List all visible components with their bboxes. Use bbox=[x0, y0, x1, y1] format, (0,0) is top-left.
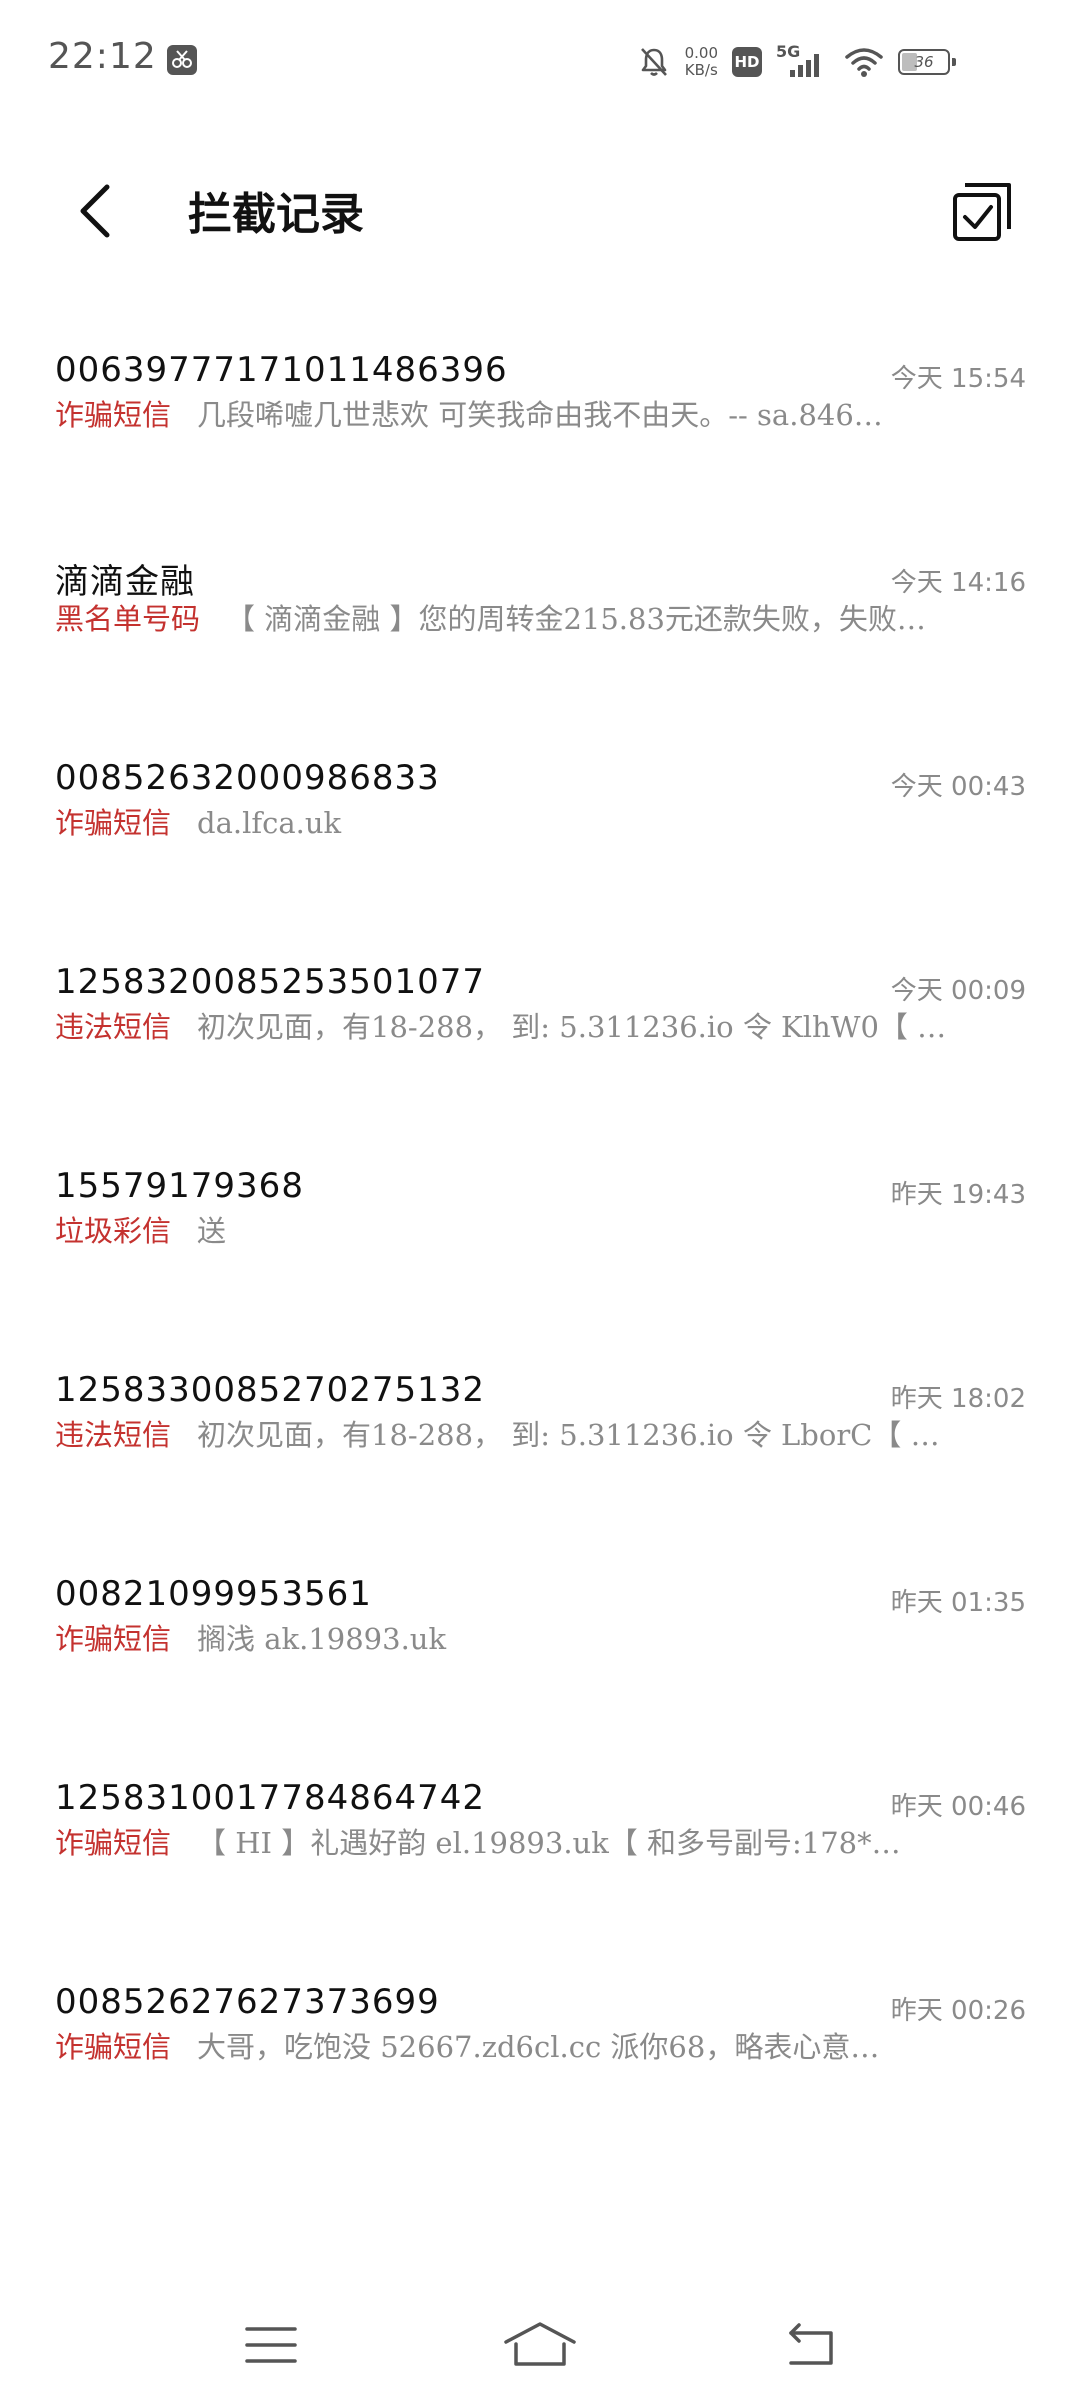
record-row[interactable]: 00639777171011486396 今天 15:54 诈骗短信 几段唏嘘几… bbox=[0, 324, 1080, 528]
record-preview: 【 滴滴金融 】您的周转金215.83元还款失败，失败… bbox=[226, 602, 926, 636]
edit-check-icon bbox=[953, 183, 1011, 241]
hd-icon: HD bbox=[732, 47, 762, 77]
record-detail: 违法短信 初次见面，有18-288， 到: 5.311236.io 令 Lbor… bbox=[55, 1412, 1025, 1454]
record-category: 诈骗短信 bbox=[55, 1622, 172, 1656]
nav-home-button[interactable] bbox=[495, 2310, 585, 2380]
record-row[interactable]: 滴滴金融 今天 14:16 黑名单号码 【 滴滴金融 】您的周转金215.83元… bbox=[0, 528, 1080, 732]
back-button[interactable] bbox=[60, 176, 130, 246]
record-row[interactable]: 00821099953561 昨天 01:35 诈骗短信 搁浅 ak.19893… bbox=[0, 1548, 1080, 1752]
menu-icon bbox=[245, 2327, 297, 2363]
chevron-left-icon bbox=[80, 184, 110, 238]
record-category: 诈骗短信 bbox=[55, 806, 172, 840]
record-list: 00639777171011486396 今天 15:54 诈骗短信 几段唏嘘几… bbox=[0, 324, 1080, 2160]
record-category: 黑名单号码 bbox=[55, 602, 201, 636]
record-category: 诈骗短信 bbox=[55, 398, 172, 432]
page-title: 拦截记录 bbox=[188, 189, 364, 240]
record-preview: 几段唏嘘几世悲欢 可笑我命由我不由天。-- sa.846… bbox=[197, 398, 883, 432]
record-time: 今天 15:54 bbox=[890, 364, 1026, 394]
record-preview: da.lfca.uk bbox=[197, 806, 342, 840]
record-preview: 初次见面，有18-288， 到: 5.311236.io 令 KlhW0【 … bbox=[197, 1010, 947, 1044]
record-sender: 15579179368 bbox=[55, 1166, 304, 1206]
record-row[interactable]: 1258310017784864742 昨天 00:46 诈骗短信 【 HI 】… bbox=[0, 1752, 1080, 1956]
navigation-bar bbox=[0, 2290, 1080, 2400]
edit-button[interactable] bbox=[944, 174, 1020, 250]
record-time: 今天 00:09 bbox=[890, 976, 1026, 1006]
record-detail: 诈骗短信 【 HI 】礼遇好韵 el.19893.uk【 和多号副号:178*… bbox=[55, 1820, 1025, 1862]
record-time: 昨天 19:43 bbox=[890, 1180, 1026, 1210]
back-arrow-icon bbox=[789, 2323, 833, 2365]
status-bar: 22:12 0.00 KB/s HD 5G 36 bbox=[0, 0, 1080, 120]
record-row[interactable]: 1258330085270275132 昨天 18:02 违法短信 初次见面，有… bbox=[0, 1344, 1080, 1548]
network-speed-unit: KB/s bbox=[684, 61, 718, 79]
record-sender: 00852627627373699 bbox=[55, 1982, 440, 2022]
record-detail: 诈骗短信 搁浅 ak.19893.uk bbox=[55, 1616, 1025, 1658]
record-category: 诈骗短信 bbox=[55, 2030, 172, 2064]
record-time: 昨天 18:02 bbox=[890, 1384, 1026, 1414]
record-sender: 1258330085270275132 bbox=[55, 1370, 486, 1410]
record-preview: 送 bbox=[197, 1214, 227, 1248]
home-icon bbox=[504, 2322, 576, 2366]
signal-icon: 5G bbox=[776, 42, 830, 82]
wifi-icon bbox=[845, 48, 883, 77]
record-detail: 诈骗短信 几段唏嘘几世悲欢 可笑我命由我不由天。-- sa.846… bbox=[55, 392, 1025, 434]
record-detail: 诈骗短信 大哥，吃饱没 52667.zd6cl.cc 派你68，略表心意… bbox=[55, 2024, 1025, 2066]
record-time: 昨天 00:46 bbox=[890, 1792, 1026, 1822]
record-preview: 搁浅 ak.19893.uk bbox=[197, 1622, 447, 1656]
record-detail: 诈骗短信 da.lfca.uk bbox=[55, 800, 1025, 842]
record-time: 今天 00:43 bbox=[890, 772, 1026, 802]
nav-back-button[interactable] bbox=[764, 2310, 854, 2380]
battery-tip bbox=[952, 58, 956, 66]
record-sender: 00852632000986833 bbox=[55, 758, 440, 798]
record-preview: 【 HI 】礼遇好韵 el.19893.uk【 和多号副号:178*… bbox=[197, 1826, 901, 1860]
record-sender: 1258320085253501077 bbox=[55, 962, 486, 1002]
record-category: 垃圾彩信 bbox=[55, 1214, 172, 1248]
status-time: 22:12 bbox=[48, 36, 157, 77]
record-sender: 00639777171011486396 bbox=[55, 350, 508, 390]
record-category: 违法短信 bbox=[55, 1010, 172, 1044]
record-preview: 初次见面，有18-288， 到: 5.311236.io 令 LborC【 … bbox=[197, 1418, 940, 1452]
battery-icon: 36 bbox=[898, 49, 956, 75]
record-time: 今天 14:16 bbox=[890, 568, 1026, 598]
record-preview: 大哥，吃饱没 52667.zd6cl.cc 派你68，略表心意… bbox=[197, 2030, 880, 2064]
network-speed: 0.00 KB/s bbox=[685, 45, 718, 79]
record-time: 昨天 01:35 bbox=[890, 1588, 1026, 1618]
battery-level-text: 36 bbox=[914, 53, 934, 71]
record-row[interactable]: 00852632000986833 今天 00:43 诈骗短信 da.lfca.… bbox=[0, 732, 1080, 936]
screenshot-icon bbox=[167, 45, 197, 75]
nav-menu-button[interactable] bbox=[226, 2310, 316, 2380]
record-category: 诈骗短信 bbox=[55, 1826, 172, 1860]
record-row[interactable]: 15579179368 昨天 19:43 垃圾彩信 送 bbox=[0, 1140, 1080, 1344]
record-detail: 违法短信 初次见面，有18-288， 到: 5.311236.io 令 KlhW… bbox=[55, 1004, 1025, 1046]
record-row[interactable]: 1258320085253501077 今天 00:09 违法短信 初次见面，有… bbox=[0, 936, 1080, 1140]
status-indicators: 0.00 KB/s HD 5G 36 bbox=[637, 40, 956, 84]
record-time: 昨天 00:26 bbox=[890, 1996, 1026, 2026]
record-row[interactable]: 00852627627373699 昨天 00:26 诈骗短信 大哥，吃饱没 5… bbox=[0, 1956, 1080, 2160]
record-sender: 1258310017784864742 bbox=[55, 1778, 486, 1818]
network-speed-value: 0.00 bbox=[684, 44, 718, 62]
record-category: 违法短信 bbox=[55, 1418, 172, 1452]
record-detail: 黑名单号码 【 滴滴金融 】您的周转金215.83元还款失败，失败… bbox=[55, 596, 1025, 638]
record-sender: 00821099953561 bbox=[55, 1574, 372, 1614]
mute-icon bbox=[640, 48, 667, 76]
record-detail: 垃圾彩信 送 bbox=[55, 1208, 1025, 1250]
app-header: 拦截记录 bbox=[0, 150, 1080, 270]
